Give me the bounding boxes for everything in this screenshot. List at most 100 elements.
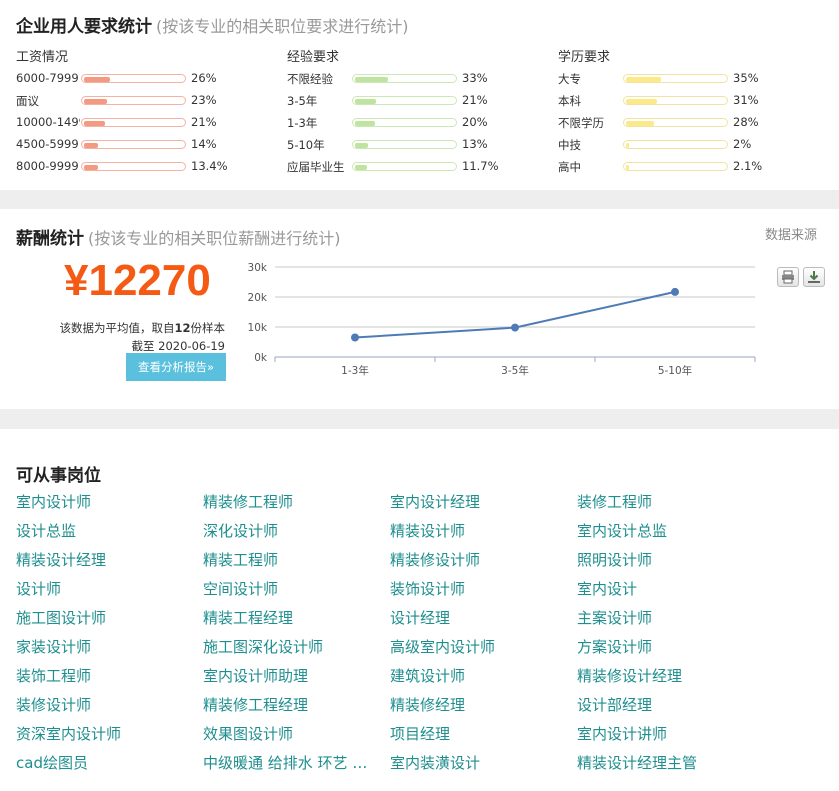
stat-percent: 26% [191, 71, 217, 85]
job-link[interactable]: 精装设计经理主管 [577, 752, 764, 781]
job-link[interactable]: 效果图设计师 [203, 723, 390, 752]
stat-row: 8000-9999 13.4% [16, 156, 276, 178]
job-link[interactable]: 装修设计师 [16, 694, 203, 723]
stat-bar [352, 118, 457, 127]
stat-bar [81, 74, 186, 83]
job-link[interactable]: 施工图深化设计师 [203, 636, 390, 665]
y-tick-label: 0k [254, 352, 268, 364]
job-link[interactable]: 空间设计师 [203, 578, 390, 607]
stat-row: 本科 31% [558, 90, 818, 112]
stat-column-title: 学历要求 [558, 50, 611, 65]
stat-row: 10000-14999 21% [16, 112, 276, 134]
data-point [351, 333, 359, 342]
job-link[interactable]: 装修工程师 [577, 491, 764, 520]
data-source-link[interactable]: 数据来源 [765, 224, 817, 243]
stat-row: 面议 23% [16, 90, 276, 112]
job-link[interactable]: 中级暖通 给排水 环艺 施工员 [203, 752, 390, 781]
job-link[interactable]: 设计经理 [390, 607, 577, 636]
job-link[interactable]: 装饰设计师 [390, 578, 577, 607]
download-icon [808, 271, 820, 283]
stat-row: 4500-5999 14% [16, 134, 276, 156]
job-link[interactable]: 精装设计师 [390, 520, 577, 549]
job-link[interactable]: 精装修设计师 [390, 549, 577, 578]
job-link[interactable]: 精装修工程经理 [203, 694, 390, 723]
stat-row: 1-3年 20% [287, 112, 547, 134]
job-link[interactable]: 室内设计 [577, 578, 764, 607]
job-link[interactable]: 施工图设计师 [16, 607, 203, 636]
stat-bar [81, 162, 186, 171]
sample-note-suffix: 份样本 [190, 321, 226, 335]
job-link[interactable]: 高级室内设计师 [390, 636, 577, 665]
job-link[interactable]: 照明设计师 [577, 549, 764, 578]
job-link[interactable]: 方案设计师 [577, 636, 764, 665]
job-link[interactable]: 室内设计经理 [390, 491, 577, 520]
stat-label: 应届毕业生 [287, 160, 345, 174]
job-link[interactable]: 建筑设计师 [390, 665, 577, 694]
stat-row: 6000-7999 26% [16, 68, 276, 90]
salary-title-text: 薪酬统计 [16, 229, 84, 249]
y-tick-label: 10k [248, 322, 268, 334]
stat-row: 中技 2% [558, 134, 818, 156]
stat-percent: 35% [733, 71, 759, 85]
stat-column-title: 工资情况 [16, 50, 69, 65]
stat-bar-fill [355, 165, 367, 170]
stat-bar-fill [626, 121, 655, 126]
stat-percent: 13% [462, 137, 488, 151]
job-link[interactable]: 室内设计讲师 [577, 723, 764, 752]
stat-bar [352, 96, 457, 105]
print-button[interactable] [777, 267, 799, 287]
x-tick-label: 5-10年 [658, 364, 692, 377]
job-link[interactable]: 设计部经理 [577, 694, 764, 723]
stat-bar-fill [626, 77, 662, 82]
job-link[interactable]: 室内装潢设计 [390, 752, 577, 781]
view-report-button[interactable]: 查看分析报告» [126, 353, 226, 381]
stat-label: 3-5年 [287, 94, 318, 108]
stat-label: 5-10年 [287, 138, 325, 152]
stat-label: 8000-9999 [16, 159, 79, 173]
job-link[interactable]: 精装工程师 [203, 549, 390, 578]
job-link[interactable]: 精装工程经理 [203, 607, 390, 636]
stat-percent: 21% [462, 93, 488, 107]
stat-label: 高中 [558, 160, 581, 174]
job-link[interactable]: 设计总监 [16, 520, 203, 549]
job-link[interactable]: 室内设计师助理 [203, 665, 390, 694]
stat-label: 面议 [16, 94, 39, 108]
stat-percent: 31% [733, 93, 759, 107]
stat-bar-fill [84, 121, 106, 126]
jobs-title: 可从事岗位 [16, 466, 101, 486]
y-tick-label: 20k [248, 292, 268, 304]
requirements-title: 企业用人要求统计 (按该专业的相关职位要求进行统计) [16, 12, 409, 37]
job-link[interactable]: 深化设计师 [203, 520, 390, 549]
stat-label: 1-3年 [287, 116, 318, 130]
stat-bar [623, 74, 728, 83]
job-link[interactable]: 精装修经理 [390, 694, 577, 723]
average-salary: ¥12270 [64, 256, 211, 305]
job-link[interactable]: 项目经理 [390, 723, 577, 752]
stat-bar-fill [355, 77, 389, 82]
job-link[interactable]: 家装设计师 [16, 636, 203, 665]
job-link[interactable]: 室内设计总监 [577, 520, 764, 549]
job-link[interactable]: 设计师 [16, 578, 203, 607]
download-button[interactable] [803, 267, 825, 287]
data-point [511, 323, 519, 332]
x-tick-label: 1-3年 [341, 364, 369, 377]
salary-title: 薪酬统计 (按该专业的相关职位薪酬进行统计) [16, 224, 341, 249]
requirements-subtitle: (按该专业的相关职位要求进行统计) [156, 17, 409, 36]
stat-bar-fill [355, 99, 377, 104]
job-link[interactable]: 精装修工程师 [203, 491, 390, 520]
stat-bar-fill [626, 165, 629, 170]
job-link[interactable]: 资深室内设计师 [16, 723, 203, 752]
stat-column-title: 经验要求 [287, 50, 340, 65]
job-link[interactable]: 精装设计经理 [16, 549, 203, 578]
job-link[interactable]: 主案设计师 [577, 607, 764, 636]
job-link[interactable]: 室内设计师 [16, 491, 203, 520]
data-point [671, 287, 679, 296]
salary-panel: 薪酬统计 (按该专业的相关职位薪酬进行统计) 数据来源 ¥12270 该数据为平均… [0, 209, 839, 409]
stat-bar [352, 162, 457, 171]
job-link[interactable]: 装饰工程师 [16, 665, 203, 694]
stat-bar [623, 118, 728, 127]
job-link[interactable]: 精装修设计经理 [577, 665, 764, 694]
job-link[interactable]: cad绘图员 [16, 752, 203, 781]
stat-bar [623, 162, 728, 171]
sample-count: 12 [174, 321, 191, 335]
